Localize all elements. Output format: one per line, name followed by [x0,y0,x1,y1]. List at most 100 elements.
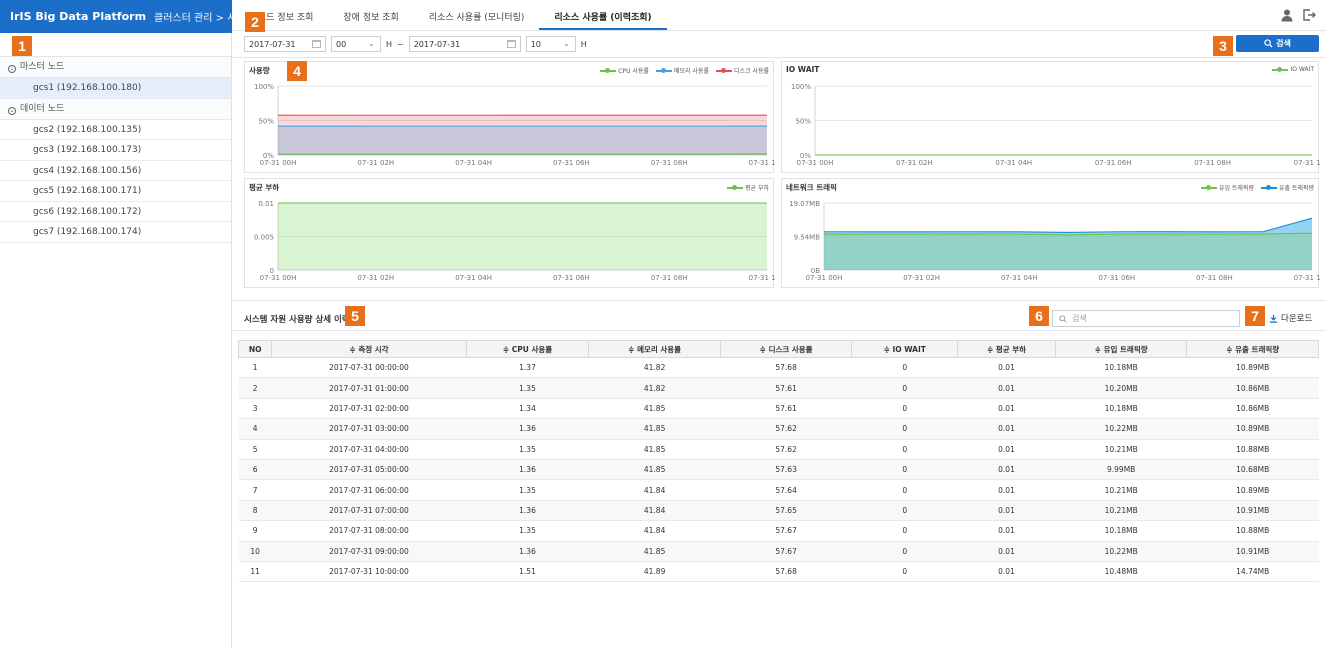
x-tick-label: 07-31 02H [896,159,933,167]
table-row[interactable]: 8 2017-07-31 07:00:00 1.36 41.84 57.65 0 0.01 1… [238,500,1319,522]
history-table: NO ≑ 측정 시각 ≑ CPU 사용률 ≑ 메모리 사용률 ≑ 디스크 사용률 ≑ IO… [237,340,1319,583]
user-icon[interactable] [1280,8,1294,22]
sidebar-group-data[interactable]: ⌄ 데이터 노드 [0,98,231,120]
sidebar-item-gcs6[interactable]: gcs6 (192.168.100.172) [0,202,231,222]
table-row[interactable]: 1 2017-07-31 00:00:00 1.37 41.82 57.68 0 0.01 1… [238,357,1319,379]
sidebar-item-gcs4[interactable]: gcs4 (192.168.100.156) [0,161,231,181]
x-tick-label: 07-31 10H [749,159,775,167]
legend-item[interactable]: CPU 사용률 [600,66,649,75]
table-cell: 2017-07-31 06:00:00 [271,479,467,501]
chart-legend: 평균 부하 [727,183,769,192]
legend-item[interactable]: 평균 부하 [727,183,769,192]
table-cell: 10.22MB [1055,541,1187,562]
sidebar-item-gcs3[interactable]: gcs3 (192.168.100.173) [0,140,231,161]
x-tick-label: 07-31 06H [553,159,590,167]
end-hour-select[interactable]: 10 ⌄ [525,36,576,52]
column-header[interactable]: ≑ 유입 트래픽량 [1054,340,1188,358]
y-tick-label: 100% [254,83,274,91]
annotation-badge: 5 [345,306,365,326]
column-header[interactable]: ≑ 메모리 사용률 [588,340,721,358]
table-cell: 10.91MB [1186,500,1319,522]
annotation-badge: 1 [12,36,32,56]
annotation-badge: 3 [1213,36,1233,56]
legend-item[interactable]: IO WAIT [1272,66,1314,73]
table-cell: 57.67 [720,541,852,562]
tab-resource-monitoring[interactable]: 리소스 사용률 (모니터링) [414,8,540,30]
table-cell: 10.21MB [1055,500,1187,522]
annotation-badge: 7 [1245,306,1265,326]
search-button[interactable]: 검색 [1236,35,1319,52]
table-cell: 57.61 [720,377,852,399]
table-cell: 41.84 [588,479,721,501]
table-row[interactable]: 5 2017-07-31 04:00:00 1.35 41.85 57.62 0 0.01 1… [238,439,1319,460]
end-date-input[interactable]: 2017-07-31 [408,36,521,52]
tab-resource-history[interactable]: 리소스 사용률 (이력조회) [539,8,667,30]
table-row[interactable]: 4 2017-07-31 03:00:00 1.36 41.85 57.62 0 0.01 1… [238,418,1319,440]
table-cell: 41.82 [588,377,721,399]
column-header[interactable]: ≑ IO WAIT [851,340,959,358]
legend-item[interactable]: 유출 트래픽량 [1260,183,1314,192]
table-search-input[interactable]: 검색 [1052,310,1240,327]
download-button[interactable]: 다운로드 [1269,312,1312,324]
table-cell: 41.89 [588,561,721,583]
x-tick-label: 07-31 04H [455,159,492,167]
collapse-icon: ⌄ [8,65,16,73]
iowait-chart: 100% 50% 0% 07-31 00H 07-31 02H 07-31 04H 07-3… [781,61,1320,173]
table-cell: 0 [851,439,958,460]
sidebar-item-gcs1[interactable]: gcs1 (192.168.100.180) [0,78,231,99]
table-row[interactable]: 2 2017-07-31 01:00:00 1.35 41.82 57.61 0 0.01 1… [238,377,1319,399]
table-cell: 2017-07-31 08:00:00 [271,520,467,542]
x-tick-label: 07-31 00H [806,274,843,282]
table-cell: 2017-07-31 09:00:00 [271,541,467,562]
sidebar-item-gcs7[interactable]: gcs7 (192.168.100.174) [0,222,231,243]
sidebar-group-master[interactable]: ⌄ 마스터 노드 [0,57,231,78]
table-cell: 10.18MB [1055,357,1187,379]
group-label: 마스터 노드 [20,62,65,72]
column-header[interactable]: ≑ 측정 시각 [271,340,467,358]
table-cell: 0.01 [957,561,1056,583]
usage-chart: 100% 50% 0% 07-31 00H 07-31 02H 07-31 04H 07-3… [244,61,775,173]
table-cell: 1.35 [466,520,589,542]
column-header[interactable]: ≑ CPU 사용률 [465,340,590,358]
x-tick-label: 07-31 10H [1294,159,1320,167]
start-date-input[interactable]: 2017-07-31 [244,36,326,52]
tab-fault-info[interactable]: 장애 정보 조회 [328,8,413,30]
table-cell: 57.65 [720,500,852,522]
start-hour-select[interactable]: 00 ⌄ [331,36,381,52]
table-cell: 0 [851,377,958,399]
table-cell: 1.36 [466,541,589,562]
table-cell: 0 [851,541,958,562]
sidebar-item-gcs2[interactable]: gcs2 (192.168.100.135) [0,120,231,140]
table-cell: 0.01 [957,520,1056,542]
x-tick-label: 07-31 08H [651,274,688,282]
x-tick-label: 07-31 04H [455,274,492,282]
table-row[interactable]: 9 2017-07-31 08:00:00 1.35 41.84 57.67 0 0.01 1… [238,520,1319,542]
logout-icon[interactable] [1302,8,1316,22]
column-header[interactable]: ≑ 디스크 사용률 [719,340,853,358]
table-cell: 57.63 [720,459,852,481]
column-header[interactable]: ≑ 유출 트래픽량 [1186,340,1319,358]
section-title: 시스템 자원 사용량 상세 이력 [244,315,350,325]
table-row[interactable]: 3 2017-07-31 02:00:00 1.34 41.85 57.61 0 0.01 1… [238,398,1319,420]
table-row[interactable]: 6 2017-07-31 05:00:00 1.36 41.85 57.63 0 0.01 9… [238,459,1319,481]
sidebar-item-gcs5[interactable]: gcs5 (192.168.100.171) [0,181,231,202]
table-cell: 57.61 [720,398,852,420]
table-cell: 11 [238,561,272,583]
chart-title: 사용량 [249,66,270,75]
x-tick-label: 07-31 02H [903,274,940,282]
table-cell: 10.86MB [1186,377,1319,399]
legend-item[interactable]: 디스크 사용률 [715,66,769,75]
table-cell: 57.68 [720,357,852,379]
legend-item[interactable]: 유입 트래픽량 [1200,183,1254,192]
x-tick-label: 07-31 10H [749,274,775,282]
download-icon [1269,314,1278,323]
table-cell: 10.89MB [1186,418,1319,440]
divider [232,57,1326,58]
chart-legend: IO WAIT [1272,66,1314,73]
table-row[interactable]: 7 2017-07-31 06:00:00 1.35 41.84 57.64 0 0.01 1… [238,479,1319,501]
column-header[interactable]: ≑ 평균 부하 [957,340,1056,358]
legend-item[interactable]: 메모리 사용률 [655,66,709,75]
table-cell: 0 [851,357,958,379]
table-row[interactable]: 10 2017-07-31 09:00:00 1.36 41.85 57.67 0 0.01… [238,541,1319,562]
table-row[interactable]: 11 2017-07-31 10:00:00 1.51 41.89 57.68 0 0.01… [238,561,1319,583]
